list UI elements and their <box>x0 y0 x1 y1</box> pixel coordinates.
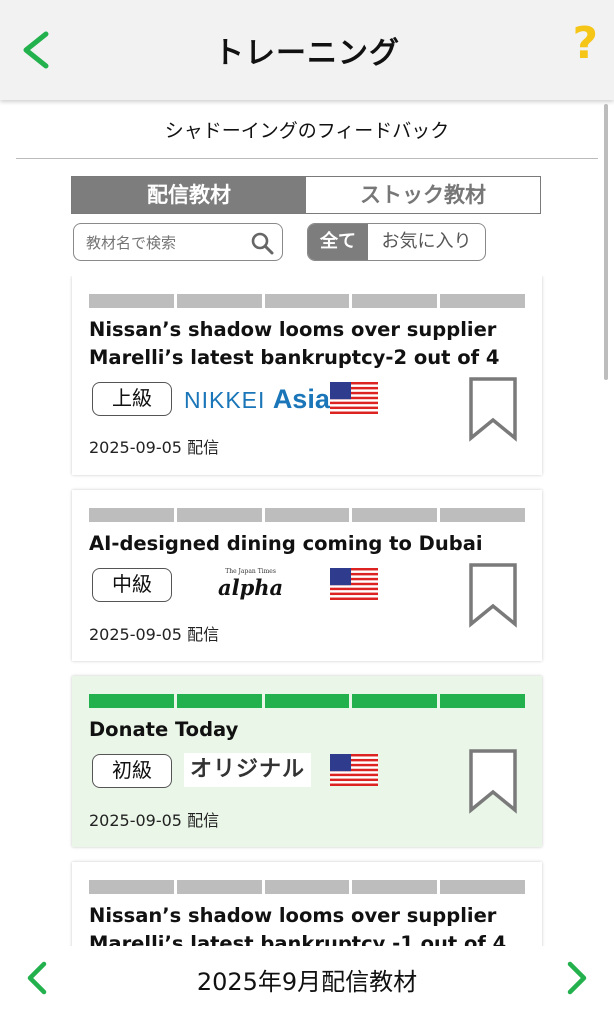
search-box <box>73 223 283 261</box>
level-badge: 中級 <box>92 568 172 602</box>
source-label: オリジナル <box>184 752 312 788</box>
level-badge: 上級 <box>92 382 172 416</box>
page-title: トレーニング <box>214 36 400 71</box>
tab-delivered[interactable]: 配信教材 <box>72 177 306 213</box>
source-logo: The Japan Times alpha <box>218 568 284 600</box>
progress-bar <box>89 508 525 522</box>
next-month-icon[interactable] <box>562 960 592 996</box>
month-navigator: 2025年9月配信教材 <box>0 946 614 1024</box>
section-subtitle: シャドーイングのフィードバック <box>164 120 450 142</box>
filter-favorites-button[interactable]: お気に入り <box>368 224 485 260</box>
divider <box>16 158 598 159</box>
bookmark-icon[interactable] <box>468 562 518 628</box>
delivery-date: 2025-09-05 配信 <box>89 625 220 644</box>
us-flag-icon <box>330 754 378 786</box>
app-header: トレーニング ? <box>0 0 614 100</box>
level-badge: 初級 <box>92 754 172 788</box>
us-flag-icon <box>330 568 378 600</box>
material-title: Nissan’s shadow looms over supplier Mare… <box>89 318 500 369</box>
bookmark-icon[interactable] <box>468 748 518 814</box>
favorite-filter: 全て お気に入り <box>307 223 486 261</box>
material-card[interactable]: Nissan’s shadow looms over supplier Mare… <box>72 862 542 946</box>
material-title: AI-designed dining coming to Dubai <box>89 532 483 555</box>
help-icon[interactable]: ? <box>572 22 598 66</box>
bookmark-icon[interactable] <box>468 376 518 442</box>
material-tabs: 配信教材 ストック教材 <box>71 176 541 214</box>
delivery-date: 2025-09-05 配信 <box>89 811 220 830</box>
material-card[interactable]: Donate Today 初級 オリジナル 2025-09-05 配信 <box>72 676 542 847</box>
material-list: Nissan’s shadow looms over supplier Mare… <box>0 276 614 946</box>
source-logo: NIKKEI Asia <box>184 383 330 414</box>
material-card[interactable]: Nissan’s shadow looms over supplier Mare… <box>72 276 542 475</box>
delivery-date: 2025-09-05 配信 <box>89 438 220 457</box>
search-icon[interactable] <box>250 231 274 255</box>
filter-all-button[interactable]: 全て <box>308 224 368 260</box>
progress-bar <box>89 880 525 894</box>
progress-bar <box>89 294 525 308</box>
material-card[interactable]: AI-designed dining coming to Dubai 中級 Th… <box>72 490 542 661</box>
tab-stocked[interactable]: ストック教材 <box>306 177 540 213</box>
progress-bar <box>89 694 525 708</box>
us-flag-icon <box>330 382 378 414</box>
material-title: Donate Today <box>89 718 239 741</box>
month-title: 2025年9月配信教材 <box>196 968 418 996</box>
material-title: Nissan’s shadow looms over supplier Mare… <box>89 904 507 946</box>
search-input[interactable] <box>84 228 248 258</box>
